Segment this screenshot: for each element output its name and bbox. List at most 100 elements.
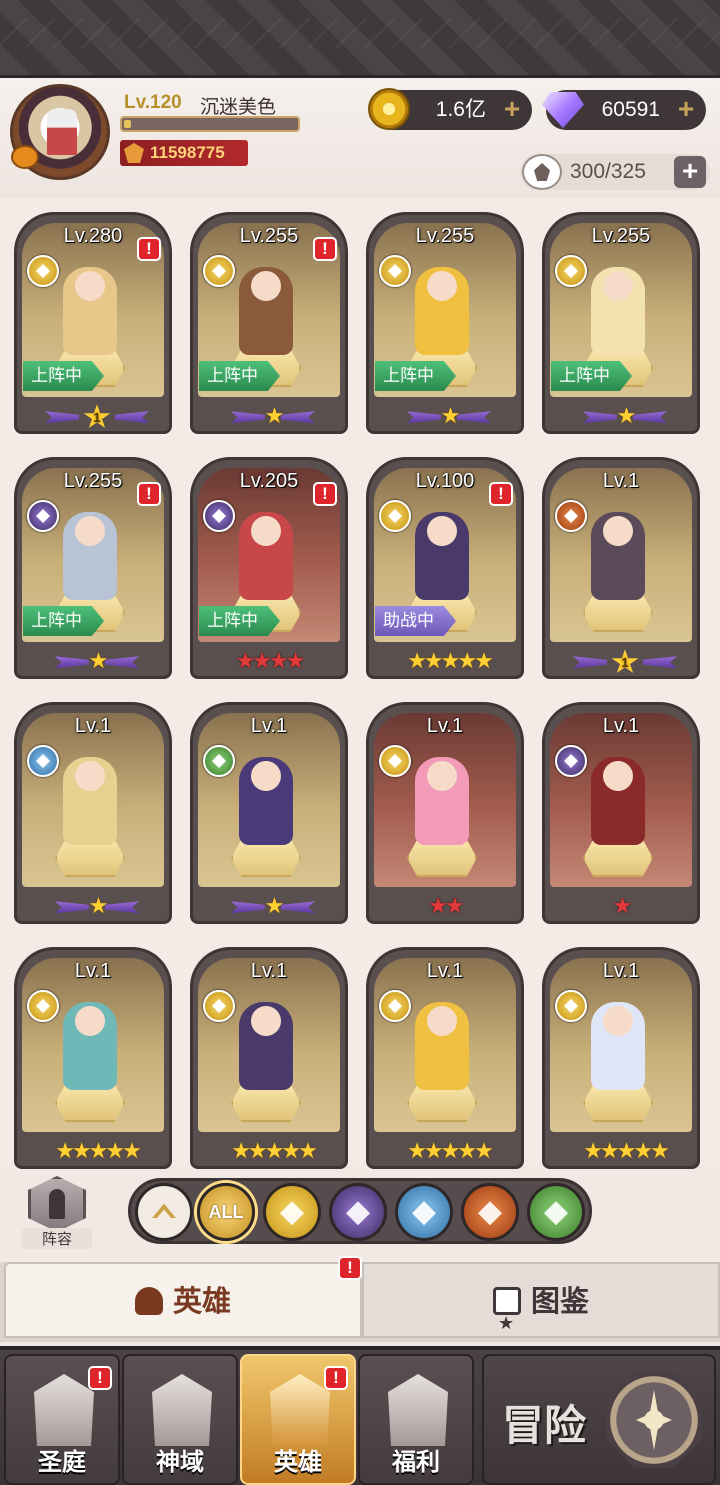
compass-star-icon — [606, 1372, 702, 1468]
hero-card[interactable]: Lv.205! 上阵中 ★★★★ — [190, 457, 348, 679]
player-header: Lv.120 沉迷美色 11598775 1.6亿 + 60591 + 300/… — [0, 78, 720, 198]
avatar-portrait — [47, 109, 77, 155]
star-badge: ★ — [88, 893, 109, 918]
hero-card[interactable]: Lv.1 ★★★★★ — [14, 947, 172, 1169]
hero-sprite — [239, 267, 293, 355]
hero-sprite — [415, 757, 469, 845]
wing-right-icon — [281, 411, 315, 423]
capacity-value: 300/325 — [570, 160, 646, 183]
hero-card[interactable]: Lv.255 上阵中 ★ — [366, 212, 524, 434]
wing-left-icon — [406, 411, 441, 424]
filter-light-faction-button[interactable] — [263, 1183, 321, 1241]
hero-card[interactable]: Lv.255! 上阵中 ★ — [190, 212, 348, 434]
tab-codex[interactable]: 图鉴 — [362, 1262, 720, 1361]
wing-right-icon — [115, 411, 149, 423]
hero-card[interactable]: Lv.1 ★★★★★ — [366, 947, 524, 1169]
wing-left-icon — [54, 901, 89, 914]
tab-heroes[interactable]: 英雄 — [4, 1262, 362, 1338]
expand-capacity-button[interactable]: + — [674, 156, 706, 188]
treasure-chest-icon — [388, 1374, 448, 1446]
hero-stars: ★ — [17, 648, 177, 674]
hero-level: Lv.255 — [415, 225, 475, 247]
sword-shield-icon — [412, 1201, 436, 1226]
add-gems-button[interactable]: + — [672, 95, 700, 124]
hero-card[interactable]: Lv.1 ★ — [542, 702, 700, 924]
filter-dark-faction-button[interactable] — [329, 1183, 387, 1241]
filter-beast-faction-button[interactable] — [461, 1183, 519, 1241]
gold-faction-icon — [379, 255, 411, 287]
hero-card[interactable]: Lv.255 上阵中 ★ — [542, 212, 700, 434]
hero-sprite — [415, 267, 469, 355]
player-avatar[interactable] — [10, 84, 110, 180]
nav-alert-badge: ! — [88, 1366, 112, 1390]
hero-stars: ★ — [545, 403, 705, 429]
hero-card[interactable]: Lv.1 1 — [542, 457, 700, 679]
sort-toggle-button[interactable] — [135, 1183, 193, 1241]
hero-card[interactable]: Lv.100! 助战中 ★★★★★ — [366, 457, 524, 679]
hero-card[interactable]: Lv.1 ★★★★★ — [190, 947, 348, 1169]
deployed-tag: 上阵中 — [23, 606, 104, 636]
deployed-tag: 上阵中 — [551, 361, 632, 391]
star-badge: 1 — [83, 404, 111, 428]
hero-level: Lv.1 — [602, 960, 640, 982]
player-level: Lv.120 — [124, 92, 182, 113]
nav-divine-realm[interactable]: 神域 — [122, 1354, 238, 1485]
crystal-icon — [152, 1374, 212, 1446]
nav-label: 圣庭 — [38, 1449, 86, 1476]
adventure-button[interactable]: 冒险 — [482, 1354, 716, 1485]
hero-sprite — [591, 757, 645, 845]
exp-bar — [120, 116, 300, 132]
star-badge: ★ — [616, 403, 637, 428]
hero-stars: ★ — [193, 403, 353, 429]
hero-card[interactable]: Lv.1 ★★ — [366, 702, 524, 924]
wing-right-icon — [633, 411, 667, 423]
fox-faction-icon — [555, 500, 587, 532]
assist-tag: 助战中 — [375, 606, 456, 636]
hero-alert-badge: ! — [313, 482, 337, 506]
tree-faction-icon — [203, 745, 235, 777]
hero-card[interactable]: Lv.1 ★ — [14, 702, 172, 924]
wing-right-icon — [281, 901, 315, 913]
hero-card[interactable]: Lv.280! 上阵中 1 — [14, 212, 172, 434]
nav-sanctuary[interactable]: ! 圣庭 — [4, 1354, 120, 1485]
hero-card[interactable]: Lv.1 ★ — [190, 702, 348, 924]
holy-faction-icon — [27, 745, 59, 777]
helmet-icon — [134, 1287, 163, 1315]
nav-rewards[interactable]: 福利 — [358, 1354, 474, 1485]
horned-helmet-icon — [270, 1374, 330, 1446]
dark-faction-icon — [27, 500, 59, 532]
deployed-tag: 上阵中 — [199, 361, 280, 391]
gold-faction-icon — [379, 745, 411, 777]
hero-stars: ★★★★★ — [407, 1138, 494, 1163]
tab-codex-label: 图鉴 — [530, 1286, 589, 1318]
filter-all-button[interactable]: ALL — [197, 1183, 255, 1241]
star-badge: ★ — [88, 648, 109, 673]
combat-power: 11598775 — [120, 140, 248, 166]
star-badge: ★ — [440, 403, 461, 428]
hero-level: Lv.1 — [426, 715, 464, 737]
gold-coin-icon — [368, 88, 410, 130]
hero-card[interactable]: Lv.1 ★★★★★ — [542, 947, 700, 1169]
dark-faction-icon — [555, 745, 587, 777]
deployed-tag: 上阵中 — [199, 606, 280, 636]
deployed-tag: 上阵中 — [375, 361, 456, 391]
exp-bar-fill — [124, 120, 131, 128]
hero-level: Lv.1 — [74, 715, 112, 737]
deployed-tag: 上阵中 — [23, 361, 104, 391]
hero-stars: ★ — [612, 893, 633, 918]
hero-level: Lv.1 — [250, 715, 288, 737]
wing-left-icon — [54, 656, 89, 669]
diamond-icon — [542, 92, 584, 128]
filter-holy-faction-button[interactable] — [395, 1183, 453, 1241]
lineup-button[interactable]: 阵容 — [22, 1176, 92, 1250]
dark-faction-icon — [346, 1201, 370, 1226]
hero-grid: Lv.280! 上阵中 1 Lv.255! 上阵中 ★ Lv.255 上阵中 ★ Lv.255 上阵… — [0, 200, 720, 1169]
nav-heroes[interactable]: ! 英雄 — [240, 1354, 356, 1485]
filter-nature-faction-button[interactable] — [527, 1183, 585, 1241]
hero-card[interactable]: Lv.255! 上阵中 ★ — [14, 457, 172, 679]
add-gold-button[interactable]: + — [498, 95, 526, 124]
star-book-icon — [492, 1285, 521, 1361]
wing-left-icon — [230, 901, 265, 914]
capacity-icon — [522, 154, 562, 190]
hero-stars: 1 — [17, 403, 177, 429]
